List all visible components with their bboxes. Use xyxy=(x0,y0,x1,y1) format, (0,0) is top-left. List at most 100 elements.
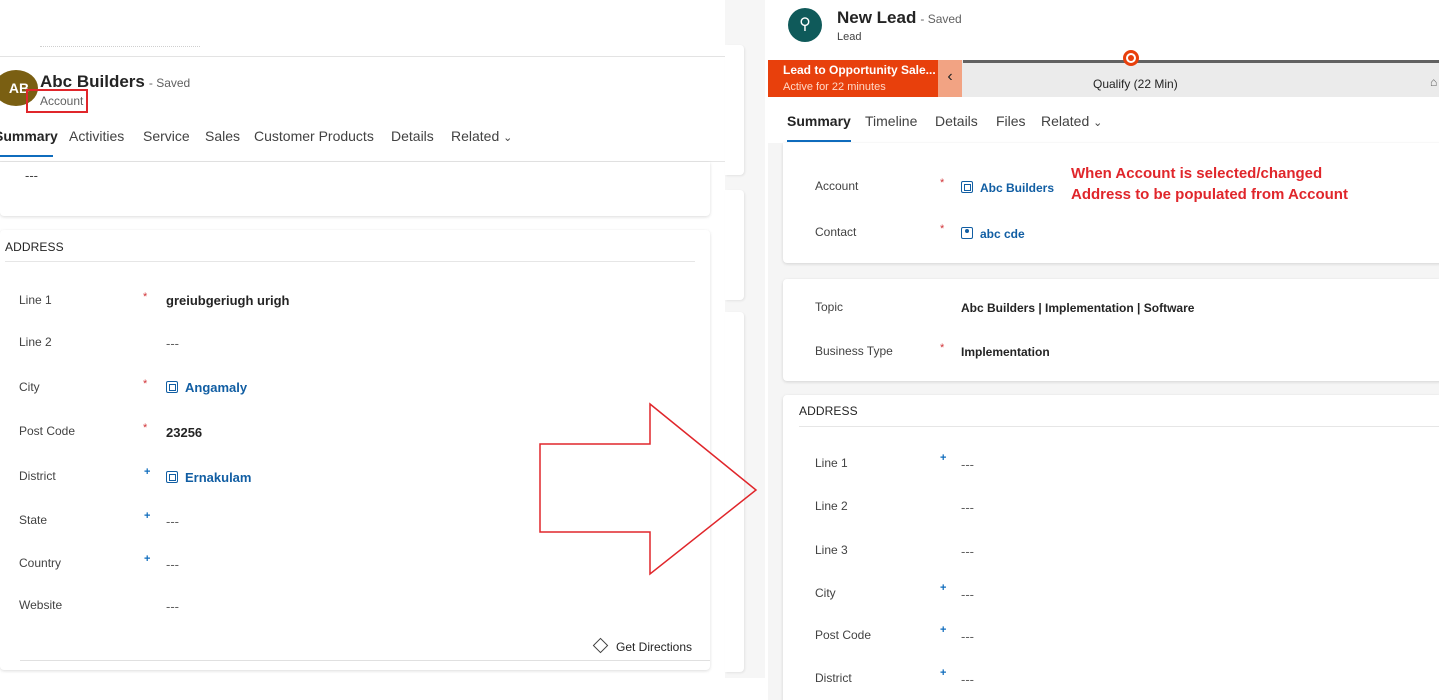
account-lookup-link[interactable]: Abc Builders xyxy=(961,180,1054,195)
recommended-indicator: + xyxy=(940,582,947,594)
field-value-country[interactable]: --- xyxy=(166,557,179,572)
lock-icon: ⌂ xyxy=(1430,75,1438,89)
field-value-website[interactable]: --- xyxy=(166,599,179,614)
topic-section-card xyxy=(783,279,1439,381)
recommended-indicator: + xyxy=(940,624,947,636)
address-section-title: ADDRESS xyxy=(799,404,858,418)
tab-timeline[interactable]: Timeline xyxy=(865,113,917,129)
process-active-time: Active for 22 minutes xyxy=(783,81,886,93)
field-value-topic[interactable]: Abc Builders | Implementation | Software xyxy=(961,301,1194,315)
tab-details[interactable]: Details xyxy=(935,113,978,129)
recommended-indicator: + xyxy=(940,452,947,464)
field-value-district[interactable]: --- xyxy=(961,672,974,687)
divider xyxy=(799,426,1439,427)
required-indicator: * xyxy=(143,291,148,303)
side-card xyxy=(725,312,744,672)
field-label-district: District xyxy=(19,469,56,483)
field-value-postcode[interactable]: 23256 xyxy=(166,425,202,440)
city-lookup-link[interactable]: Angamaly xyxy=(166,380,247,395)
active-tab-indicator xyxy=(0,155,53,157)
district-lookup-link[interactable]: Ernakulam xyxy=(166,470,251,485)
directions-icon xyxy=(592,637,609,654)
saved-status: - Saved xyxy=(148,76,191,90)
recommended-indicator: + xyxy=(144,466,151,478)
record-title-text: New Lead xyxy=(837,8,917,27)
field-label-district: District xyxy=(815,671,852,685)
entity-type-label: Account xyxy=(26,89,88,113)
stage-progress-line xyxy=(963,60,1439,63)
tab-details[interactable]: Details xyxy=(391,128,434,144)
field-label-postcode: Post Code xyxy=(815,628,872,642)
field-label-business-type: Business Type xyxy=(815,344,893,358)
field-label-website: Website xyxy=(19,598,63,612)
field-label-country: Country xyxy=(19,556,62,570)
field-label-city: City xyxy=(815,586,836,600)
tab-summary[interactable]: Summary xyxy=(0,128,58,144)
recommended-indicator: + xyxy=(144,553,151,565)
tab-related[interactable]: Related ⌄ xyxy=(451,128,512,144)
required-indicator: * xyxy=(940,223,945,235)
tab-related[interactable]: Related ⌄ xyxy=(1041,113,1102,129)
tab-sales[interactable]: Sales xyxy=(205,128,240,144)
tab-customer-products[interactable]: Customer Products xyxy=(254,128,374,144)
required-indicator: * xyxy=(143,422,148,434)
field-label-line1: Line 1 xyxy=(815,456,848,470)
required-indicator: * xyxy=(143,378,148,390)
stage-qualify[interactable]: Qualify (22 Min) xyxy=(1093,77,1178,91)
saved-status: - Saved xyxy=(920,12,962,26)
required-indicator: * xyxy=(940,177,945,189)
field-value-line2[interactable]: --- xyxy=(961,500,974,515)
field-value-city[interactable]: --- xyxy=(961,587,974,602)
get-directions-label: Get Directions xyxy=(616,640,693,654)
tab-files[interactable]: Files xyxy=(996,113,1026,129)
field-value-line1[interactable]: greiubgeriugh urigh xyxy=(166,293,290,308)
chevron-left-icon[interactable]: ‹ xyxy=(938,60,962,97)
field-label-account: Account xyxy=(815,179,859,193)
district-lookup-value: Ernakulam xyxy=(185,470,252,485)
field-value-business-type[interactable]: Implementation xyxy=(961,345,1050,359)
field-label-topic: Topic xyxy=(815,300,844,314)
field-label-postcode: Post Code xyxy=(19,424,76,438)
divider xyxy=(20,660,710,661)
required-indicator: * xyxy=(940,342,945,354)
process-name: Lead to Opportunity Sale... xyxy=(783,63,936,77)
divider xyxy=(5,261,695,262)
tab-activities[interactable]: Activities xyxy=(69,128,124,144)
field-value-line3[interactable]: --- xyxy=(961,544,974,559)
field-label-line3: Line 3 xyxy=(815,543,848,557)
cropped-command-bar xyxy=(40,46,200,53)
form-section-card xyxy=(0,162,710,216)
active-tab-indicator xyxy=(787,140,851,142)
field-value-line2[interactable]: --- xyxy=(166,336,179,351)
side-card xyxy=(725,190,744,300)
active-stage-marker[interactable] xyxy=(1123,50,1139,66)
lead-icon: ⚲ xyxy=(788,8,822,42)
lookup-icon xyxy=(166,471,178,483)
tab-summary[interactable]: Summary xyxy=(787,113,851,129)
field-value: --- xyxy=(25,168,38,183)
recommended-indicator: + xyxy=(144,510,151,522)
field-label-state: State xyxy=(19,513,48,527)
field-value-state[interactable]: --- xyxy=(166,514,179,529)
lookup-icon xyxy=(961,181,973,193)
annotation-line-2: Address to be populated from Account xyxy=(1071,186,1348,203)
command-bar-area xyxy=(0,0,725,57)
chevron-down-icon: ⌄ xyxy=(1093,117,1103,129)
field-label-line1: Line 1 xyxy=(19,293,52,307)
side-card xyxy=(725,45,744,175)
contact-lookup-link[interactable]: abc cde xyxy=(961,226,1025,241)
field-label-line2: Line 2 xyxy=(19,335,52,349)
record-header: ⚲ New Lead - Saved Lead xyxy=(768,0,1439,60)
annotation-line-1: When Account is selected/changed xyxy=(1071,165,1323,182)
city-lookup-value: Angamaly xyxy=(185,380,248,395)
field-value-line1[interactable]: --- xyxy=(961,457,974,472)
field-value-postcode[interactable]: --- xyxy=(961,629,974,644)
tab-service[interactable]: Service xyxy=(143,128,190,144)
entity-type-label: Lead xyxy=(837,31,862,43)
annotation-note: When Account is selected/changed Address… xyxy=(1071,163,1348,205)
process-flag[interactable]: Lead to Opportunity Sale... Active for 2… xyxy=(768,60,938,97)
divider xyxy=(0,56,725,57)
field-label-contact: Contact xyxy=(815,225,857,239)
field-label-line2: Line 2 xyxy=(815,499,848,513)
get-directions-button[interactable]: Get Directions xyxy=(592,637,693,654)
